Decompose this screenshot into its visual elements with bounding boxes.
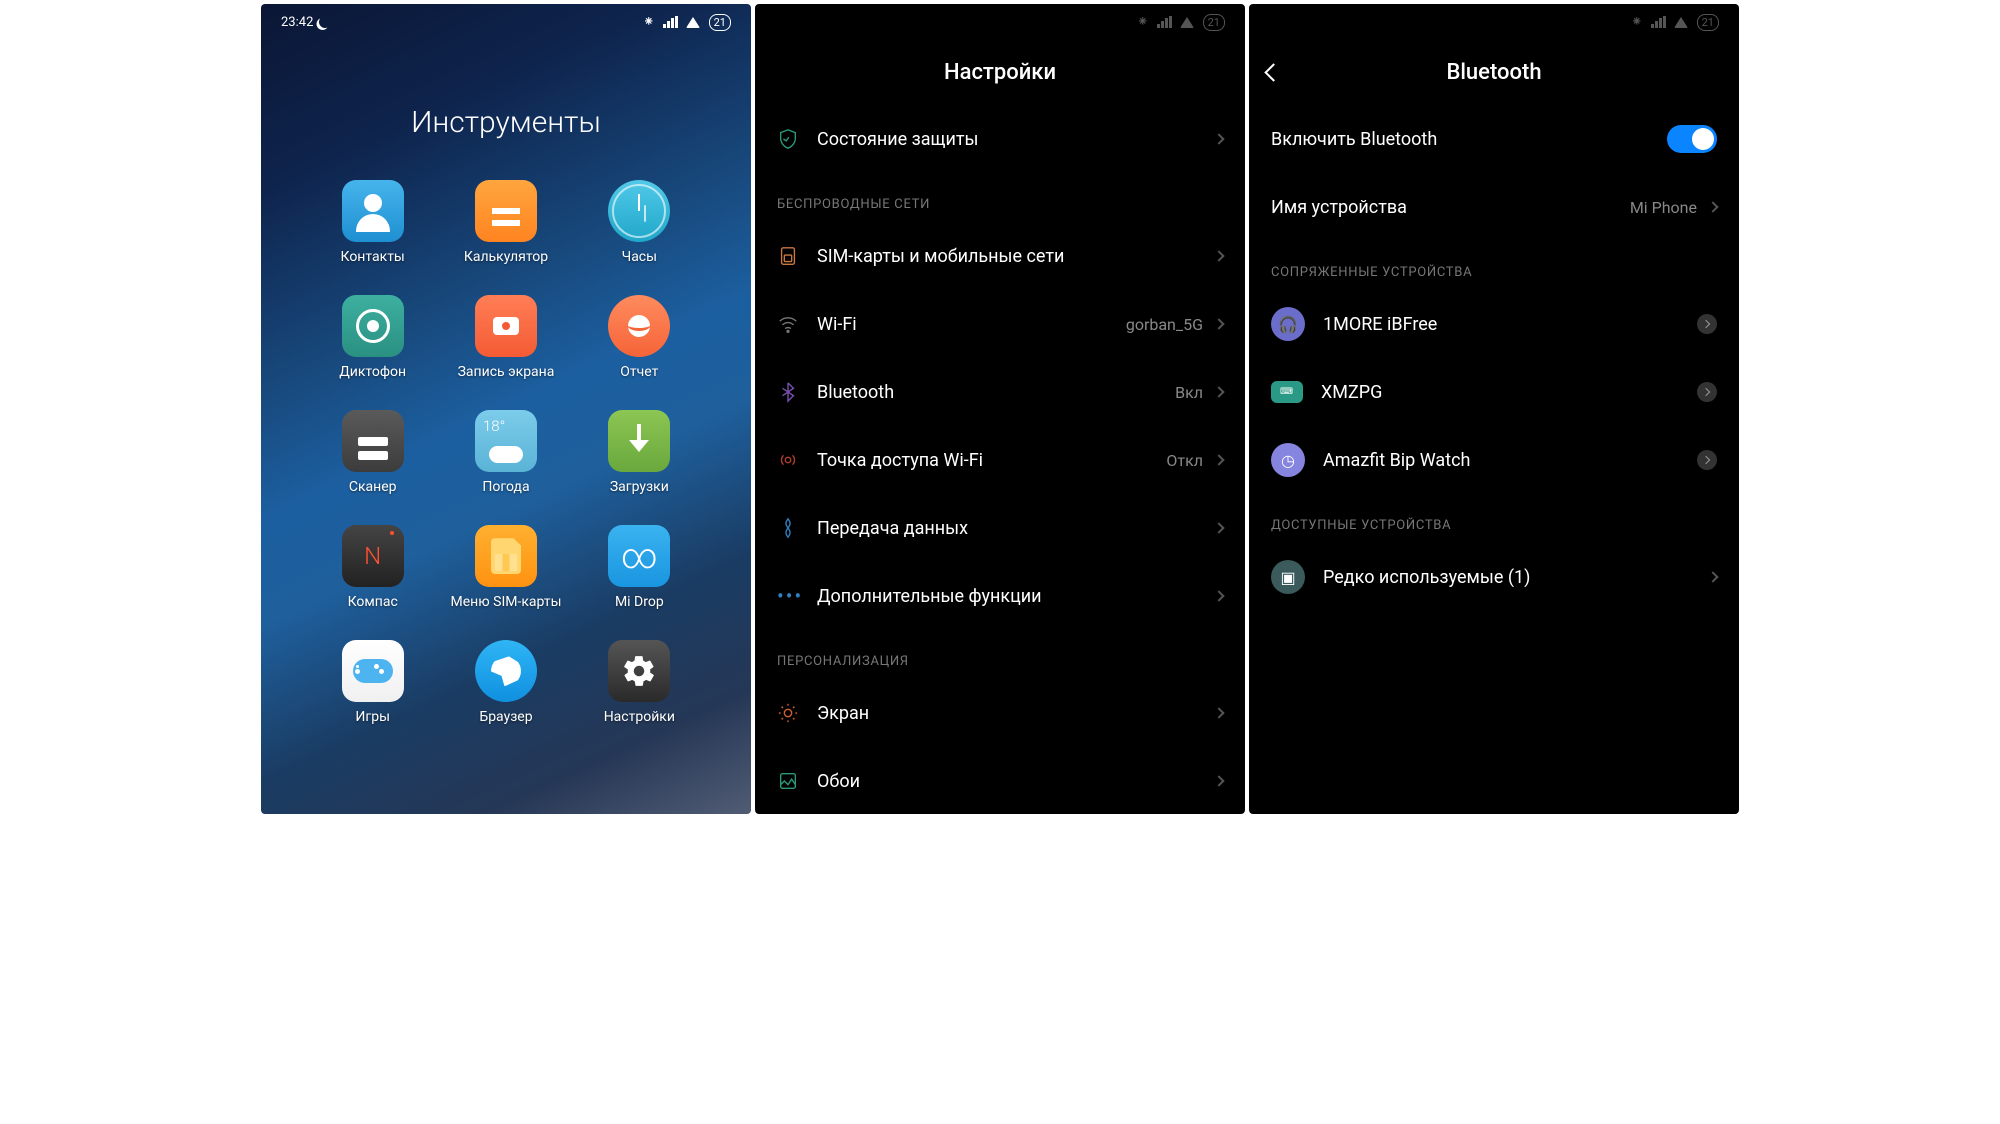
app-compass[interactable]: Компас (306, 525, 439, 610)
dnd-icon (318, 14, 333, 29)
status-time: 23:42 (281, 15, 313, 30)
app-grid: Контакты Калькулятор Часы Диктофон Запис… (261, 180, 751, 725)
chevron-icon (1697, 382, 1717, 402)
device-name-value: Mi Phone (1630, 198, 1697, 217)
wifi-icon (1674, 16, 1689, 28)
bluetooth-icon: ⁕ (1137, 14, 1149, 30)
sim-icon (777, 245, 817, 267)
row-sim[interactable]: SIM-карты и мобильные сети (755, 222, 1245, 290)
report-icon (608, 295, 670, 357)
headphones-icon: 🎧 (1271, 307, 1305, 341)
header: Bluetooth (1249, 40, 1739, 105)
folder-title: Инструменты (261, 105, 751, 140)
status-bar: ⁕ 21 (1249, 4, 1739, 40)
row-hotspot[interactable]: Точка доступа Wi-Fi Откл (755, 426, 1245, 494)
more-icon: ••• (777, 584, 817, 608)
weather-icon: 18° (475, 410, 537, 472)
bt-toggle[interactable] (1667, 125, 1717, 153)
battery-icon: 21 (1203, 14, 1225, 31)
app-downloads[interactable]: Загрузки (573, 410, 706, 495)
row-device-name[interactable]: Имя устройства Mi Phone (1249, 173, 1739, 241)
app-games[interactable]: Игры (306, 640, 439, 725)
status-bar: ⁕ 21 (755, 4, 1245, 40)
wifi-icon (777, 313, 817, 335)
calculator-icon (475, 180, 537, 242)
games-icon (342, 640, 404, 702)
browser-icon (475, 640, 537, 702)
signal-icon (1651, 16, 1666, 28)
compass-icon (342, 525, 404, 587)
midrop-icon (608, 525, 670, 587)
clock-icon (608, 180, 670, 242)
shield-icon (777, 128, 817, 150)
app-browser[interactable]: Браузер (439, 640, 572, 725)
chevron-icon (1697, 314, 1717, 334)
scanner-icon (342, 410, 404, 472)
contacts-icon (342, 180, 404, 242)
app-scanner[interactable]: Сканер (306, 410, 439, 495)
section-paired: СОПРЯЖЕННЫЕ УСТРОЙСТВА (1249, 241, 1739, 290)
device-xmzpg[interactable]: ⌨ XMZPG (1249, 358, 1739, 426)
app-clock[interactable]: Часы (573, 180, 706, 265)
row-wallpaper[interactable]: Обои (755, 747, 1245, 814)
keyboard-icon: ⌨ (1271, 381, 1303, 403)
battery-icon: 21 (1697, 14, 1719, 31)
app-weather[interactable]: 18°Погода (439, 410, 572, 495)
bt-value: Вкл (1175, 383, 1203, 402)
row-display[interactable]: Экран (755, 679, 1245, 747)
wifi-icon (1180, 16, 1195, 28)
phone-settings: ⁕ 21 Настройки Состояние защиты БЕСПРОВО… (755, 4, 1245, 814)
wifi-icon (686, 16, 701, 28)
row-enable-bt[interactable]: Включить Bluetooth (1249, 105, 1739, 173)
section-wireless: БЕСПРОВОДНЫЕ СЕТИ (755, 173, 1245, 222)
screen-record-icon (475, 295, 537, 357)
data-icon (777, 517, 817, 539)
rare-icon: ▣ (1271, 560, 1305, 594)
display-icon (777, 702, 817, 724)
recorder-icon (342, 295, 404, 357)
app-sim-menu[interactable]: Меню SIM-карты (439, 525, 572, 610)
signal-icon (1157, 16, 1172, 28)
app-report[interactable]: Отчет (573, 295, 706, 380)
signal-icon (663, 16, 678, 28)
page-title: Настройки (755, 40, 1245, 105)
settings-icon (608, 640, 670, 702)
section-personal: ПЕРСОНАЛИЗАЦИЯ (755, 630, 1245, 679)
phone-bluetooth: ⁕ 21 Bluetooth Включить Bluetooth Имя ус… (1249, 4, 1739, 814)
device-amazfit[interactable]: ◷ Amazfit Bip Watch (1249, 426, 1739, 494)
app-settings[interactable]: Настройки (573, 640, 706, 725)
row-bluetooth[interactable]: Bluetooth Вкл (755, 358, 1245, 426)
row-wifi[interactable]: Wi-Fi gorban_5G (755, 290, 1245, 358)
phone-home: 23:42 ⁕ 21 Инструменты Контакты Калькуля… (261, 4, 751, 814)
app-contacts[interactable]: Контакты (306, 180, 439, 265)
app-midrop[interactable]: Mi Drop (573, 525, 706, 610)
device-1more[interactable]: 🎧 1MORE iBFree (1249, 290, 1739, 358)
page-title: Bluetooth (1249, 60, 1739, 85)
sim-icon (475, 525, 537, 587)
app-recorder[interactable]: Диктофон (306, 295, 439, 380)
app-calculator[interactable]: Калькулятор (439, 180, 572, 265)
row-more[interactable]: ••• Дополнительные функции (755, 562, 1245, 630)
hotspot-value: Откл (1166, 451, 1203, 470)
row-security[interactable]: Состояние защиты (755, 105, 1245, 173)
wifi-value: gorban_5G (1126, 315, 1203, 334)
chevron-icon (1697, 450, 1717, 470)
watch-icon: ◷ (1271, 443, 1305, 477)
hotspot-icon (777, 449, 817, 471)
downloads-icon (608, 410, 670, 472)
status-bar: 23:42 ⁕ 21 (261, 4, 751, 40)
battery-icon: 21 (709, 14, 731, 31)
bluetooth-icon: ⁕ (643, 14, 655, 30)
wallpaper-icon (777, 770, 817, 792)
row-data[interactable]: Передача данных (755, 494, 1245, 562)
section-available: ДОСТУПНЫЕ УСТРОЙСТВА (1249, 494, 1739, 543)
bluetooth-icon: ⁕ (1631, 14, 1643, 30)
bluetooth-icon (777, 381, 817, 403)
app-screen-record[interactable]: Запись экрана (439, 295, 572, 380)
row-rare-devices[interactable]: ▣ Редко используемые (1) (1249, 543, 1739, 611)
